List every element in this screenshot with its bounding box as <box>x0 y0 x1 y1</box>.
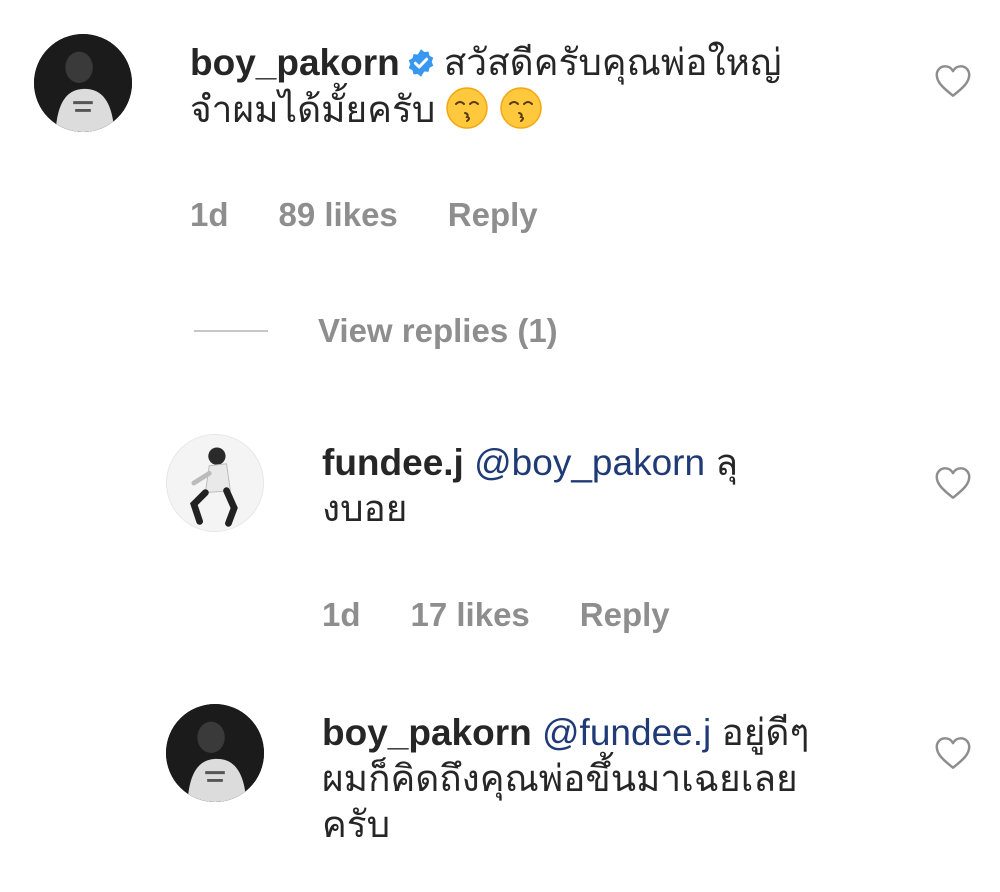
reply-mention[interactable]: @boy_pakorn <box>474 442 705 483</box>
kissing-face-emoji <box>445 86 489 130</box>
reply-button[interactable]: Reply <box>448 196 538 233</box>
view-replies-button[interactable]: View replies (1) <box>194 306 558 356</box>
user-photo-icon <box>167 435 263 531</box>
user-photo-icon <box>34 34 132 132</box>
reply-text-line2: งบอย <box>322 488 408 529</box>
like-heart-icon[interactable] <box>934 64 972 98</box>
comment-text-line1: สวัสดีครับคุณพ่อใหญ่ <box>443 42 782 83</box>
avatar-fundee-j[interactable] <box>166 434 264 532</box>
avatar-boy-pakorn[interactable] <box>34 34 132 132</box>
user-photo-icon <box>166 704 264 802</box>
like-heart-icon[interactable] <box>934 466 972 500</box>
like-heart-icon[interactable] <box>934 736 972 770</box>
comment-meta: 1d 89 likes Reply <box>190 196 588 234</box>
reply-body: fundee.j @boy_pakorn ลุ งบอย <box>322 440 902 532</box>
reply-button[interactable]: Reply <box>580 596 670 633</box>
comment-username[interactable]: boy_pakorn <box>190 42 400 83</box>
reply-text-line3: ครับ <box>322 804 391 845</box>
reply-username[interactable]: boy_pakorn <box>322 712 532 753</box>
reply-text-line2: ผมก็คิดถึงคุณพ่อขึ้นมาเฉยเลย <box>322 758 798 799</box>
verified-badge-icon <box>406 48 436 78</box>
reply-username[interactable]: fundee.j <box>322 442 464 483</box>
reply-body: boy_pakorn @fundee.j อยู่ดีๆ ผมก็คิดถึงค… <box>322 710 922 848</box>
reply-text-line1: ลุ <box>715 442 739 483</box>
avatar-boy-pakorn[interactable] <box>166 704 264 802</box>
view-replies-divider <box>194 330 268 332</box>
comment-likes[interactable]: 89 likes <box>279 196 398 233</box>
reply-text-line1: อยู่ดีๆ <box>721 712 810 753</box>
comment-time: 1d <box>190 196 229 233</box>
reply-time: 1d <box>322 596 361 633</box>
view-replies-label: View replies (1) <box>318 312 558 349</box>
reply-mention[interactable]: @fundee.j <box>542 712 711 753</box>
reply-likes[interactable]: 17 likes <box>411 596 530 633</box>
comment-text-line2: จำผมได้มั้ยครับ <box>190 89 436 130</box>
reply-meta: 1d 17 likes Reply <box>322 596 720 634</box>
kissing-face-emoji <box>499 86 543 130</box>
comment-body: boy_pakorn สวัสดีครับคุณพ่อใหญ่ จำผมได้มั… <box>190 40 910 133</box>
